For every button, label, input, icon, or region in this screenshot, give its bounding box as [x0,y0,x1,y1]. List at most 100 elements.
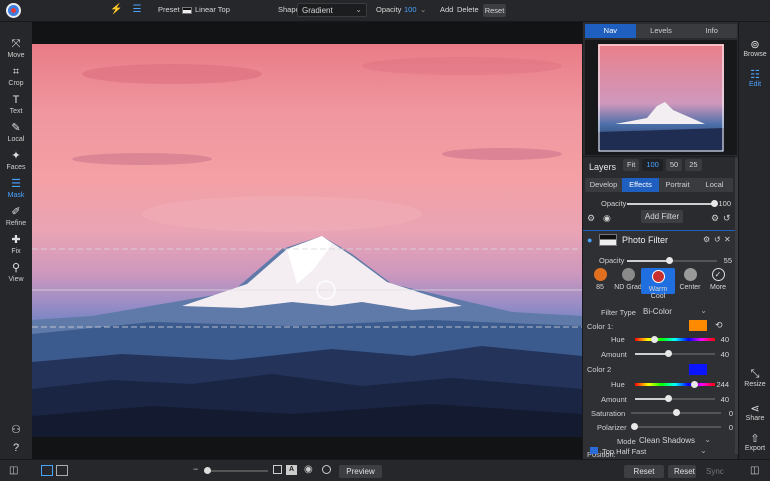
tab-develop[interactable]: Develop [585,178,622,192]
preset-center[interactable]: Center [675,268,705,291]
preset-center-icon [683,268,697,281]
tool-text[interactable]: T Text [0,94,32,115]
polarizer-value[interactable]: 0 [717,423,733,432]
rail-edit[interactable]: ☷ Edit [739,68,770,88]
saturation-slider[interactable] [631,409,721,416]
preset-value[interactable]: Linear Top [195,5,230,14]
color2-amount-value[interactable]: 40 [713,395,729,404]
tool-view[interactable]: ⚲ View [0,262,32,283]
color2-swatch[interactable] [689,364,707,375]
mask-options-icon[interactable]: ☰ [131,4,143,16]
delete-button[interactable]: Delete [457,5,479,14]
tool-fix[interactable]: ✚ Fix [0,234,32,255]
tool-local[interactable]: ✎ Local [0,122,32,143]
magic-wand-icon[interactable]: ⚡ [110,4,122,16]
color1-amount-value[interactable]: 40 [713,350,729,359]
rail-resize[interactable]: ⤡ Resize [739,368,770,388]
close-icon[interactable]: ✕ [724,235,731,244]
single-view-icon[interactable] [41,465,53,476]
preset-swatch-icon [182,7,192,14]
layer-settings-icon[interactable]: ⚙ [587,213,595,224]
tab-levels[interactable]: Levels [636,24,687,38]
mode-value: Clean Shadows [639,436,696,445]
top-toolbar: ⚡ ☰ Preset Linear Top Shape Gradient ⌄ O… [0,0,770,22]
panel-toggle-right-icon[interactable]: ◫ [750,465,759,476]
filter-mask-thumbnail[interactable] [599,234,617,246]
saturation-value[interactable]: 0 [717,409,733,418]
tool-move[interactable]: ⤧ Move [0,38,32,59]
tab-nav[interactable]: Nav [585,24,636,38]
target-icon[interactable]: ◉ [304,464,313,475]
app-logo-icon [6,3,21,18]
bottom-bar: ◫ − A ◉ Preview Reset All Reset Sync ◫ [0,459,770,481]
polarizer-label: Polarizer [597,423,627,432]
polarizer-slider[interactable] [631,423,721,430]
layer-opacity-value[interactable]: 100 [715,199,731,208]
opacity-value[interactable]: 100 [404,5,417,14]
preset-warm-cool[interactable]: Warm Cool [641,268,675,300]
tool-refine[interactable]: ✐ Refine [0,206,32,227]
color2-amount-slider[interactable] [635,395,715,402]
tab-local[interactable]: Local [696,178,733,192]
add-filter-button[interactable]: Add Filter [641,210,683,223]
color2-hue-slider[interactable] [635,381,715,388]
add-button[interactable]: Add [440,5,453,14]
filter-type-select[interactable]: Bi-Color ⌄ [639,306,711,318]
tool-mask[interactable]: ☰ Mask [0,178,32,199]
layer-mask-icon[interactable]: ◉ [603,213,611,224]
color1-swatch[interactable] [689,320,707,331]
photo[interactable] [32,44,582,437]
reset-all-button[interactable]: Reset All [624,465,664,481]
preset-nd-grad[interactable]: ND Grad [613,268,643,291]
undo-icon[interactable]: ↺ [723,213,731,224]
reset-button-bottom[interactable]: Reset [668,465,696,478]
checkbox-icon[interactable] [273,465,282,474]
gear-icon[interactable]: ⚙ [711,213,719,224]
opacity-chevron-icon[interactable]: ⌄ [420,5,426,14]
image-canvas[interactable] [32,22,582,459]
zoom-out-icon[interactable]: − [193,464,198,474]
zoom-slider[interactable] [204,467,268,474]
filter-opacity-value[interactable]: 55 [716,256,732,265]
tab-info[interactable]: Info [686,24,737,38]
filter-opacity-slider[interactable] [627,257,717,264]
navigator-thumbnail[interactable] [585,40,737,155]
landscape-svg [32,57,582,437]
text-overlay-icon[interactable]: A [286,465,297,475]
tool-faces[interactable]: ✦ Faces [0,150,32,171]
help-icon[interactable]: ? [0,442,32,454]
undo-icon[interactable]: ↺ [714,235,721,244]
color1-hue-slider[interactable] [635,336,715,343]
right-rail: ⊚ Browse ☷ Edit ⤡ Resize ⋖ Share ⇧ Export [738,22,770,459]
visibility-dot-icon[interactable]: ● [587,235,592,245]
color1-hue-value[interactable]: 40 [713,335,729,344]
shape-select[interactable]: Gradient ⌄ [297,3,367,17]
saturation-label: Saturation [591,409,626,418]
sync-button[interactable]: Sync [700,465,726,478]
tab-effects[interactable]: Effects [622,178,659,192]
tool-crop[interactable]: ⌗ Crop [0,66,32,87]
preview-button[interactable]: Preview [339,465,382,478]
panel-toggle-icon[interactable]: ◫ [9,465,18,476]
rail-export[interactable]: ⇧ Export [739,432,770,452]
rail-browse[interactable]: ⊚ Browse [739,38,770,58]
preset-85[interactable]: 85 [585,268,615,291]
preset-more[interactable]: ✓ More [703,268,733,291]
fix-icon: ✚ [11,234,21,246]
tab-portrait[interactable]: Portrait [659,178,696,192]
color1-amount-label: Amount [601,350,627,359]
color2-hue-value[interactable]: 244 [713,380,729,389]
rail-share[interactable]: ⋖ Share [739,402,770,422]
brush-icon: ✎ [11,122,21,134]
color1-amount-slider[interactable] [635,350,715,357]
circle-icon[interactable] [322,465,331,474]
gear-icon[interactable]: ⚙ [703,235,710,244]
color2-amount-label: Amount [601,395,627,404]
position-select[interactable]: Top Half Fast ⌄ [584,446,734,458]
filter-type-label: Filter Type [601,308,636,317]
layer-opacity-slider[interactable] [627,200,718,207]
people-icon[interactable]: ⚇ [0,424,32,436]
compare-view-icon[interactable] [56,465,68,476]
color-picker-icon[interactable]: ⟲ [715,320,723,331]
reset-button[interactable]: Reset [483,4,506,17]
